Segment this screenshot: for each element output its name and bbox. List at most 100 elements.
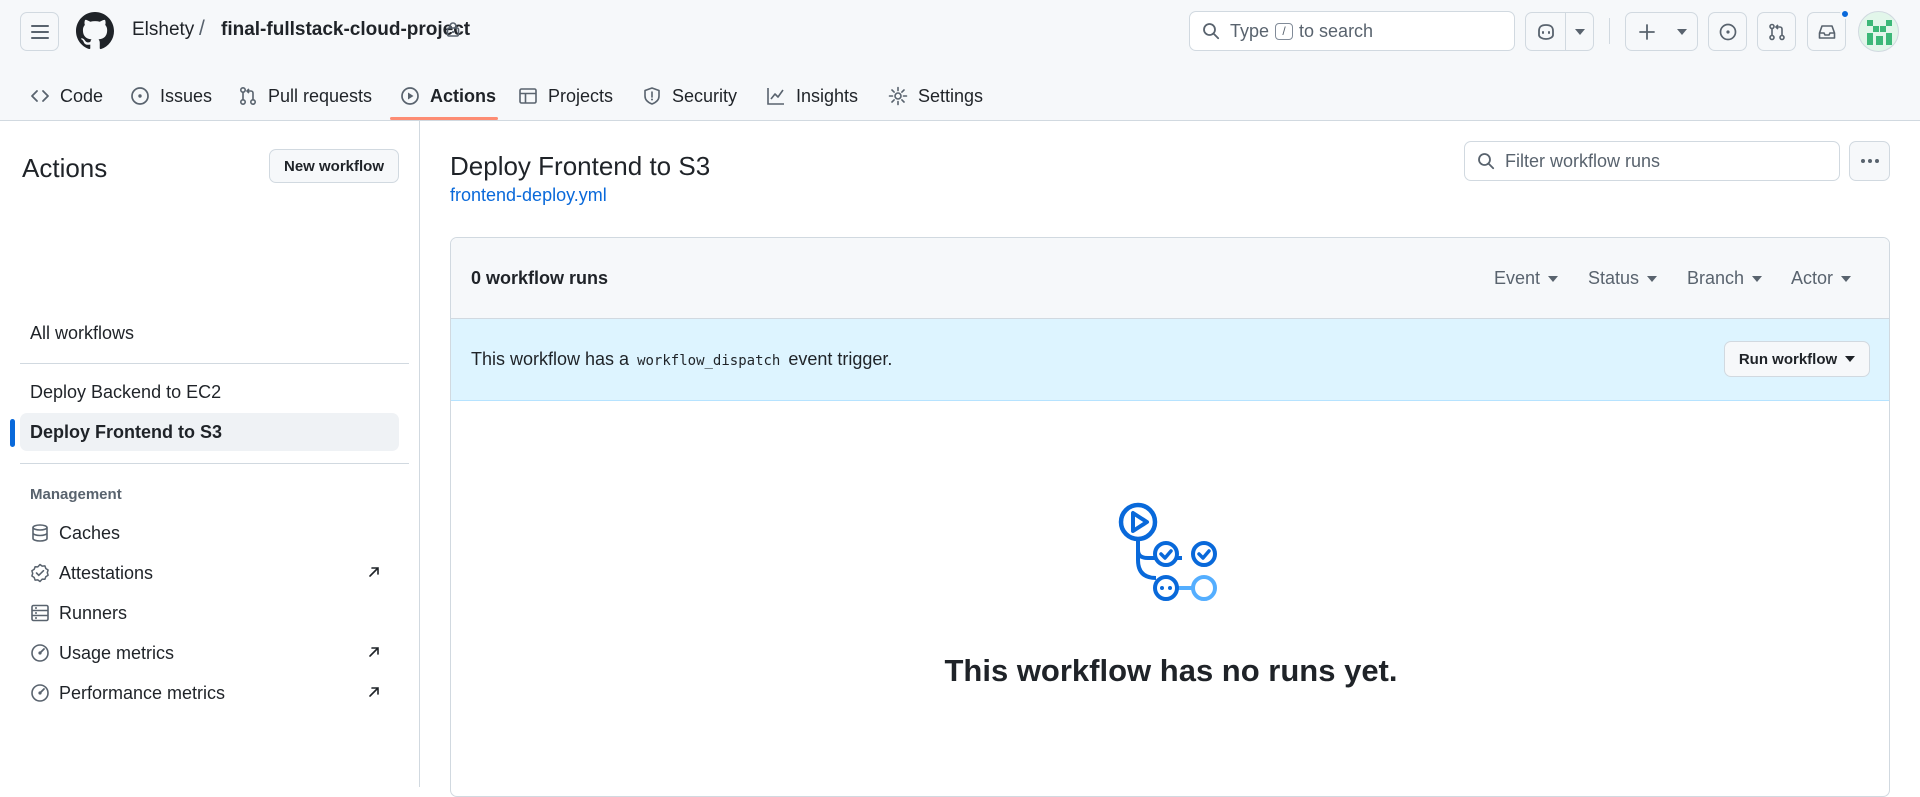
dispatch-message: This workflow has a workflow_dispatch ev… — [471, 349, 892, 370]
sidebar-item-label: Deploy Frontend to S3 — [30, 421, 223, 442]
new-workflow-button[interactable]: New workflow — [269, 149, 399, 183]
header-top-row: Elshety / final-fullstack-cloud-project … — [0, 0, 1920, 62]
tab-actions-label: Actions — [430, 85, 497, 106]
actions-sidebar: Actions New workflow All workflows Deplo… — [0, 121, 420, 787]
caret-down-icon — [1647, 275, 1658, 282]
tab-issues-label: Issues — [160, 85, 213, 106]
management-heading: Management — [30, 486, 122, 503]
header-divider — [1609, 18, 1610, 44]
repo-nav: Code Issues Pull requests Actions Projec… — [0, 72, 1100, 120]
create-new-menu-button[interactable] — [1667, 13, 1697, 50]
lock-icon — [446, 22, 460, 37]
sidebar-item-deploy-frontend[interactable]: Deploy Frontend to S3 — [20, 413, 399, 451]
dispatch-event-code: workflow_dispatch — [637, 353, 781, 369]
search-shortcut-key: / — [1275, 22, 1294, 40]
tab-issues[interactable]: Issues — [122, 72, 220, 120]
breadcrumb-separator: / — [199, 17, 205, 40]
sidebar-item-label: Performance metrics — [59, 682, 226, 703]
sidebar-item-performance-metrics[interactable]: Performance metrics — [20, 674, 399, 712]
sidebar-item-attestations[interactable]: Attestations — [20, 554, 399, 592]
link-external-icon — [369, 567, 379, 577]
tab-projects-label: Projects — [548, 85, 614, 106]
tab-settings[interactable]: Settings — [880, 72, 991, 120]
caret-down-icon — [1752, 275, 1763, 282]
tab-code-label: Code — [60, 85, 104, 106]
caret-down-icon — [1677, 28, 1688, 35]
sidebar-item-label: All workflows — [30, 322, 135, 343]
more-options-button[interactable] — [1849, 141, 1890, 181]
caret-down-icon — [1841, 275, 1852, 282]
sidebar-item-label: Runners — [59, 602, 128, 623]
workflow-file-link[interactable]: frontend-deploy.yml — [450, 185, 607, 206]
your-issues-button[interactable] — [1708, 12, 1747, 51]
dispatch-text-before: This workflow has a — [471, 349, 630, 369]
shield-icon — [644, 87, 660, 105]
filter-placeholder: Filter workflow runs — [1505, 150, 1661, 171]
git-pull-request-icon — [239, 86, 257, 106]
breadcrumb-repo[interactable]: final-fullstack-cloud-project — [221, 19, 470, 41]
breadcrumb-owner[interactable]: Elshety — [132, 19, 194, 41]
tab-code[interactable]: Code — [22, 72, 111, 120]
runs-header: 0 workflow runs Event Status Branch Acto… — [451, 238, 1889, 319]
dropdown-label: Status — [1588, 268, 1640, 288]
search-input[interactable]: Type / to search — [1189, 11, 1515, 51]
copilot-split-button — [1525, 12, 1594, 51]
dispatch-banner: This workflow has a workflow_dispatch ev… — [451, 319, 1889, 401]
actor-filter-dropdown[interactable]: Actor — [1791, 268, 1852, 289]
sidebar-divider — [20, 363, 409, 364]
git-pull-request-icon — [1768, 23, 1785, 40]
kebab-horizontal-icon — [1860, 159, 1879, 163]
tab-insights-label: Insights — [796, 85, 859, 106]
tab-actions[interactable]: Actions — [392, 72, 504, 120]
tab-projects[interactable]: Projects — [510, 72, 621, 120]
copilot-button[interactable] — [1526, 13, 1565, 50]
meter-icon — [31, 684, 49, 702]
run-workflow-label: Run workflow — [1738, 350, 1838, 368]
tab-security-label: Security — [672, 85, 738, 106]
identicon-icon — [1867, 20, 1892, 45]
dispatch-text-after: event trigger. — [788, 349, 893, 369]
gear-icon — [888, 86, 908, 106]
branch-filter-dropdown[interactable]: Branch — [1687, 268, 1763, 289]
copilot-icon — [1537, 23, 1554, 40]
tab-pull-requests[interactable]: Pull requests — [230, 72, 380, 120]
sidebar-item-all-workflows[interactable]: All workflows — [20, 314, 399, 352]
search-placeholder-after: to search — [1299, 20, 1374, 41]
sidebar-item-label: Deploy Backend to EC2 — [30, 381, 222, 402]
avatar[interactable] — [1858, 11, 1899, 52]
empty-state-message: This workflow has no runs yet. — [944, 653, 1398, 688]
run-count: 0 workflow runs — [471, 268, 609, 288]
plus-icon — [1638, 23, 1655, 40]
sidebar-divider — [20, 463, 409, 464]
sidebar-item-runners[interactable]: Runners — [20, 594, 399, 632]
sidebar-item-usage-metrics[interactable]: Usage metrics — [20, 634, 399, 672]
filter-workflow-runs-input[interactable]: Filter workflow runs — [1464, 141, 1840, 181]
sidebar-item-label: Usage metrics — [59, 642, 175, 663]
sidebar-item-caches[interactable]: Caches — [20, 514, 399, 552]
status-filter-dropdown[interactable]: Status — [1588, 268, 1658, 289]
sidebar-active-indicator — [10, 419, 15, 447]
code-icon — [31, 90, 49, 102]
copilot-menu-button[interactable] — [1565, 13, 1593, 50]
inbox-button[interactable] — [1807, 12, 1846, 51]
notification-indicator — [1840, 9, 1850, 19]
tab-insights[interactable]: Insights — [758, 72, 866, 120]
issue-opened-icon — [131, 87, 149, 105]
github-logo-icon[interactable] — [76, 12, 114, 50]
caret-down-icon — [1574, 28, 1585, 35]
dropdown-label: Event — [1494, 268, 1541, 288]
event-filter-dropdown[interactable]: Event — [1494, 268, 1559, 289]
sidebar-title: Actions — [22, 153, 108, 183]
caret-down-icon — [1548, 275, 1559, 282]
link-external-icon — [369, 647, 379, 657]
verified-icon — [31, 563, 49, 583]
create-new-button[interactable] — [1626, 13, 1667, 50]
sidebar-item-deploy-backend[interactable]: Deploy Backend to EC2 — [20, 373, 399, 411]
server-icon — [31, 604, 49, 622]
tab-security[interactable]: Security — [634, 72, 745, 120]
your-pull-requests-button[interactable] — [1757, 12, 1796, 51]
open-menu-button[interactable] — [20, 12, 59, 51]
run-workflow-button[interactable]: Run workflow — [1724, 341, 1870, 377]
play-icon — [401, 87, 419, 105]
database-icon — [32, 524, 48, 542]
